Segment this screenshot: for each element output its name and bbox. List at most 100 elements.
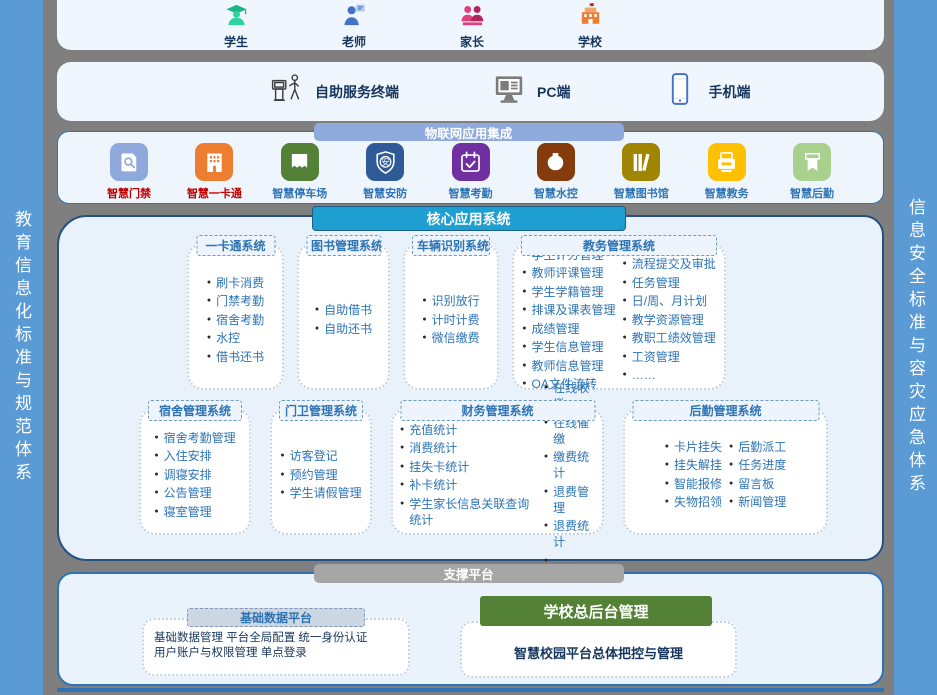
bullet-icon: ● — [154, 504, 158, 520]
feature-item: ●学生家长信息关联查询统计 — [400, 496, 537, 528]
bullet-icon: ● — [623, 256, 627, 272]
system-card: 财务管理系统●充值统计●消费统计●挂失卡统计●补卡统计●学生家长信息关联查询统计… — [391, 408, 604, 535]
iot-row: 智慧门禁智慧一卡通智慧停车场安智慧安防智慧考勤智慧水控智慧图书馆智慧教务智慧后勤 — [58, 132, 883, 201]
iot-label: 智慧停车场 — [272, 185, 327, 201]
bullet-icon: ● — [522, 321, 526, 337]
iot-item: 智慧水控 — [519, 143, 593, 201]
system-card-body: ●刷卡消费●门禁考勤●宿舍考勤●水控●借书还书 — [189, 245, 282, 388]
user-label: 家长 — [460, 33, 484, 50]
student-icon — [223, 1, 250, 33]
terminal-item: PC端 — [491, 71, 570, 112]
bullet-icon: ● — [729, 476, 733, 492]
feature-item: ●识别放行 — [422, 293, 479, 309]
bullet-icon: ● — [315, 302, 319, 318]
school-admin-platform-body: 智慧校园平台总体把控与管理 — [514, 643, 683, 662]
system-card-title: 后勤管理系统 — [632, 400, 819, 421]
system-card-body: ●识别放行●计时计费●微信缴费 — [405, 245, 497, 388]
terminals-band: 自助服务终端PC端手机端 — [57, 62, 884, 121]
iot-item: 智慧图书馆 — [604, 143, 678, 201]
iot-label: 智慧一卡通 — [187, 185, 242, 201]
bullet-icon: ● — [207, 312, 211, 328]
base-data-platform-title: 基础数据平台 — [187, 608, 365, 627]
feature-column: ●学生评分管理●教师评课管理●学生学籍管理●排课及课表管理●成绩管理●学生信息管… — [522, 247, 615, 393]
bullet-icon: ● — [665, 439, 669, 455]
system-card-title: 宿舍管理系统 — [148, 400, 242, 421]
feature-item: ●留言板 — [729, 476, 786, 492]
terminal-label: PC端 — [537, 82, 570, 102]
iot-item: 智慧门禁 — [92, 143, 166, 201]
left-pillar-label: 教育信息化标准与规范体系 — [9, 210, 34, 486]
iot-label: 智慧水控 — [534, 185, 578, 201]
bullet-icon: ● — [154, 485, 158, 501]
terminal-item: 手机端 — [662, 71, 750, 112]
library-icon — [622, 143, 660, 181]
bullet-icon: ● — [729, 439, 733, 455]
bullet-icon: ● — [400, 496, 404, 512]
system-card: 后勤管理系统●卡片挂失●挂失解挂●智能报修●失物招领●后勤派工●任务进度●留言板… — [623, 408, 828, 535]
feature-column: ●刷卡消费●门禁考勤●宿舍考勤●水控●借书还书 — [207, 275, 264, 365]
feature-item: ●借书还书 — [207, 349, 264, 365]
iot-label: 智慧门禁 — [107, 185, 151, 201]
feature-column: ●自助借书●自助还书 — [315, 302, 372, 337]
bullet-icon: ● — [665, 457, 669, 473]
users-row: 学生老师家长学校 — [57, 0, 884, 50]
feature-item: ●挂失卡统计 — [400, 459, 537, 475]
feature-item: ●教学资源管理 — [623, 312, 716, 328]
terminals-row: 自助服务终端PC端手机端 — [57, 62, 884, 121]
bullet-icon: ● — [422, 330, 426, 346]
right-pillar-label: 信息安全标准与容灾应急体系 — [903, 198, 928, 497]
system-card: 宿舍管理系统●宿舍考勤管理●入住安排●调寝安排●公告管理●寝室管理 — [139, 408, 251, 535]
feature-column: ●卡片挂失●挂失解挂●智能报修●失物招领 — [665, 439, 722, 511]
feature-item: ●退费统计 — [544, 518, 595, 550]
feature-item: ●学生信息管理 — [522, 339, 615, 355]
feature-item: ●…… — [623, 367, 716, 383]
security-shield-icon: 安 — [366, 143, 404, 181]
bullet-icon: ● — [665, 494, 669, 510]
feature-item: ●教师信息管理 — [522, 358, 615, 374]
feature-item: ●缴费统计 — [544, 449, 595, 481]
system-card-body: ●卡片挂失●挂失解挂●智能报修●失物招领●后勤派工●任务进度●留言板●新闻管理 — [625, 410, 826, 533]
iot-item: 智慧教务 — [690, 143, 764, 201]
system-card: 门卫管理系统●访客登记●预约管理●学生请假管理 — [270, 408, 372, 535]
bullet-icon: ● — [422, 312, 426, 328]
core-row-2: 宿舍管理系统●宿舍考勤管理●入住安排●调寝安排●公告管理●寝室管理门卫管理系统●… — [139, 408, 828, 535]
feature-item: ●学生请假管理 — [280, 485, 361, 501]
bullet-icon: ● — [623, 349, 627, 365]
onecard-icon — [195, 143, 233, 181]
bullet-icon: ● — [422, 293, 426, 309]
feature-item: ●流程提交及审批 — [623, 256, 716, 272]
feature-item: ●自助借书 — [315, 302, 372, 318]
bullet-icon: ● — [400, 477, 404, 493]
feature-item: ●充值统计 — [400, 422, 537, 438]
system-card: 车辆识别系统●识别放行●计时计费●微信缴费 — [403, 243, 499, 390]
bullet-icon: ● — [623, 293, 627, 309]
user-item: 老师 — [325, 1, 383, 50]
feature-item: ●智能报修 — [665, 476, 722, 492]
feature-item: ●寝室管理 — [154, 504, 235, 520]
bullet-icon: ● — [623, 330, 627, 346]
bullet-icon: ● — [522, 339, 526, 355]
bullet-icon: ● — [522, 284, 526, 300]
iot-item: 安智慧安防 — [348, 143, 422, 201]
left-standards-pillar: 教育信息化标准与规范体系 — [0, 0, 43, 695]
system-card-title: 图书管理系统 — [306, 235, 381, 256]
iot-item: 智慧停车场 — [263, 143, 337, 201]
feature-item: ●消费统计 — [400, 440, 537, 456]
base-data-platform-card: 基础数据平台 基础数据管理 平台全局配置 统一身份认证 用户账户与权限管理 单点… — [142, 618, 410, 676]
feature-column: ●访客登记●预约管理●学生请假管理 — [280, 448, 361, 501]
bullet-icon: ● — [315, 321, 319, 337]
bullet-icon: ● — [154, 430, 158, 446]
feature-item: ●水控 — [207, 330, 264, 346]
iot-label: 智慧图书馆 — [614, 185, 669, 201]
system-card-title: 门卫管理系统 — [279, 400, 363, 421]
bullet-icon: ● — [400, 459, 404, 475]
iot-item: 智慧一卡通 — [177, 143, 251, 201]
users-band: 学生老师家长学校 — [57, 0, 884, 50]
bullet-icon: ● — [544, 484, 548, 500]
feature-item: ●任务管理 — [623, 275, 716, 291]
bullet-icon: ● — [623, 367, 627, 383]
school-icon — [577, 1, 604, 33]
bullet-icon: ● — [623, 312, 627, 328]
iot-label: 智慧后勤 — [790, 185, 834, 201]
feature-item: ●宿舍考勤 — [207, 312, 264, 328]
